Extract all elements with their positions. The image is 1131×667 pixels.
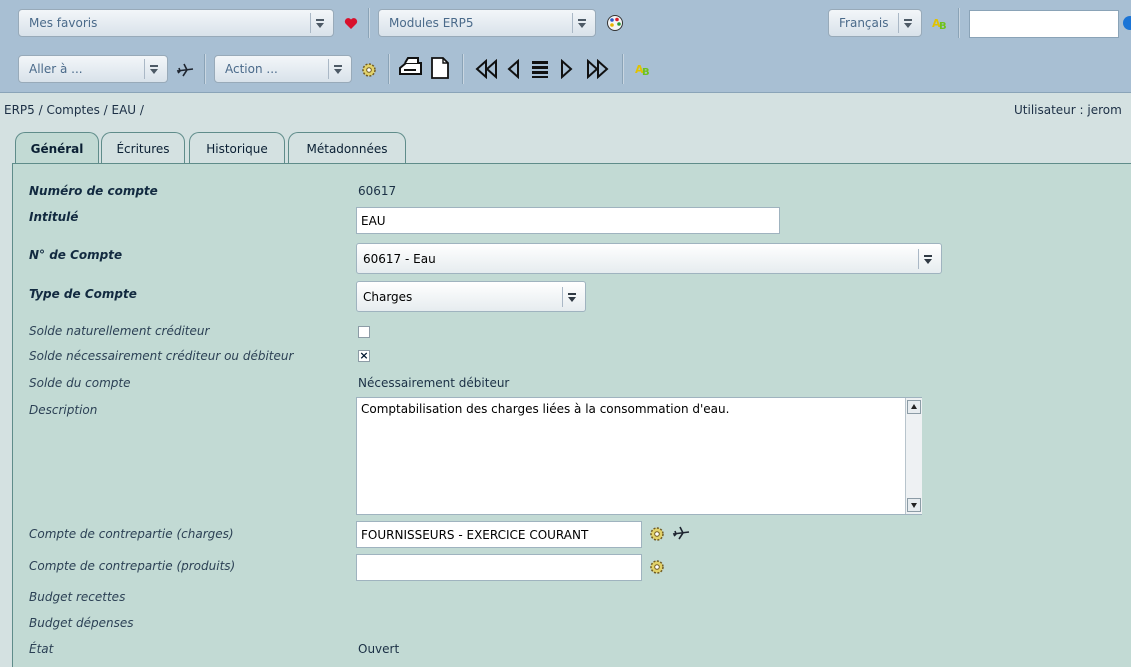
budget-expense-label: Budget dépenses (29, 616, 134, 630)
chevron-down-icon (562, 287, 581, 307)
airplane-icon[interactable] (176, 63, 194, 77)
tab-general[interactable]: Général (15, 132, 99, 165)
gear-icon[interactable] (648, 525, 666, 543)
credit-balance-checkbox[interactable] (358, 326, 370, 338)
heart-icon[interactable] (344, 17, 358, 30)
action-toolbar: Aller à ... Action ... A B (0, 46, 1131, 93)
credit-balance-label: Solde naturellement créditeur (29, 324, 210, 338)
first-page-icon[interactable] (474, 59, 500, 79)
chevron-down-icon (918, 249, 937, 269)
airplane-icon[interactable] (672, 526, 690, 540)
modules-select[interactable]: Modules ERP5 (378, 9, 596, 37)
gear-icon[interactable] (648, 558, 666, 576)
scroll-down-icon[interactable] (907, 498, 921, 512)
goto-select[interactable]: Aller à ... (18, 55, 168, 83)
spellcheck-icon[interactable]: A B (634, 61, 654, 77)
description-scrollbar[interactable] (905, 398, 922, 514)
favorites-label: Mes favoris (29, 16, 98, 30)
language-select[interactable]: Français (828, 9, 922, 37)
last-page-icon[interactable] (584, 59, 610, 79)
gap-select[interactable]: 60617 - Eau (356, 243, 942, 274)
chevron-down-icon (328, 59, 347, 79)
action-label: Action ... (225, 62, 278, 76)
account-number-value: 60617 (358, 184, 397, 198)
gap-label: N° de Compte (29, 248, 123, 262)
chevron-down-icon (310, 13, 329, 33)
balance-value: Nécessairement débiteur (358, 376, 510, 390)
budget-income-label: Budget recettes (29, 590, 126, 604)
tab-ecritures[interactable]: Écritures (101, 132, 185, 164)
gear-icon[interactable] (360, 61, 378, 79)
list-icon[interactable] (530, 59, 550, 79)
state-label: État (29, 642, 54, 656)
strict-balance-checkbox[interactable]: × (358, 350, 370, 362)
new-document-icon[interactable] (430, 56, 450, 80)
previous-page-icon[interactable] (506, 59, 520, 79)
separator (958, 8, 960, 38)
separator (462, 54, 464, 84)
counterpart-charges-input[interactable]: FOURNISSEURS - EXERCICE COURANT (356, 521, 642, 548)
state-value: Ouvert (358, 642, 400, 656)
svg-text:B: B (642, 67, 650, 77)
account-type-value: Charges (363, 290, 413, 304)
separator (622, 54, 624, 84)
breadcrumb[interactable]: ERP5 / Comptes / EAU / (4, 103, 144, 117)
palette-icon[interactable] (606, 14, 624, 32)
separator (388, 54, 390, 84)
counterpart-charges-label: Compte de contrepartie (charges) (29, 527, 234, 541)
modules-label: Modules ERP5 (389, 16, 474, 30)
print-icon[interactable] (398, 57, 424, 79)
chevron-down-icon (572, 13, 591, 33)
description-textarea[interactable]: Comptabilisation des charges liées à la … (356, 397, 922, 515)
separator (368, 8, 370, 38)
account-type-label: Type de Compte (29, 287, 137, 301)
spellcheck-icon[interactable]: A B (931, 15, 951, 31)
scroll-up-icon[interactable] (907, 400, 921, 414)
next-page-icon[interactable] (560, 59, 574, 79)
tab-historique[interactable]: Historique (189, 132, 285, 164)
gap-select-value: 60617 - Eau (363, 252, 436, 266)
language-label: Français (839, 16, 889, 30)
title-input[interactable]: EAU (356, 207, 780, 234)
search-button-icon[interactable] (1123, 16, 1131, 30)
action-select[interactable]: Action ... (214, 55, 352, 83)
description-label: Description (29, 403, 98, 417)
user-info: Utilisateur : jerom (1014, 103, 1122, 117)
account-type-select[interactable]: Charges (356, 281, 586, 312)
tab-metadonnees[interactable]: Métadonnées (288, 132, 406, 164)
search-input[interactable] (969, 10, 1119, 38)
top-toolbar: Mes favoris Modules ERP5 Français A B (0, 0, 1131, 46)
title-label: Intitulé (29, 210, 79, 224)
chevron-down-icon (144, 59, 163, 79)
goto-label: Aller à ... (29, 62, 83, 76)
account-number-label: Numéro de compte (29, 184, 158, 198)
svg-text:B: B (939, 21, 947, 31)
counterpart-products-label: Compte de contrepartie (produits) (29, 559, 236, 573)
strict-balance-label: Solde nécessairement créditeur ou débite… (29, 349, 294, 363)
counterpart-products-input[interactable] (356, 554, 642, 581)
favorites-select[interactable]: Mes favoris (18, 9, 334, 37)
separator (204, 54, 206, 84)
balance-label: Solde du compte (29, 376, 131, 390)
chevron-down-icon (898, 13, 917, 33)
